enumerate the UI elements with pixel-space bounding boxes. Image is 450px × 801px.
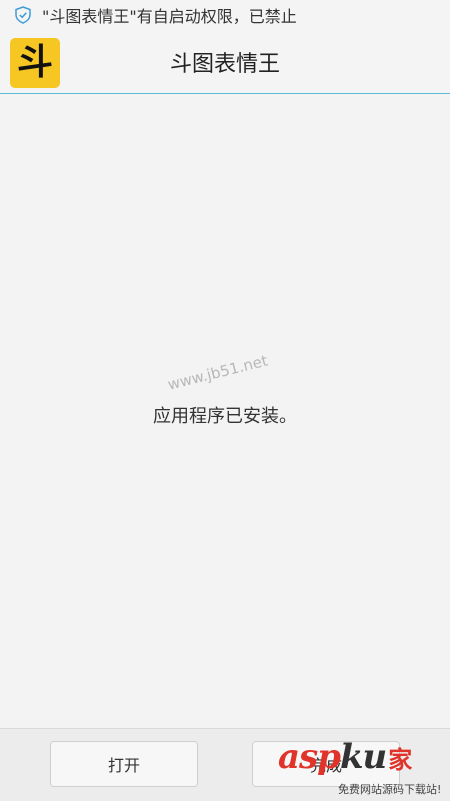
notification-bar[interactable]: "斗图表情王"有自启动权限，已禁止 xyxy=(0,0,450,30)
watermark-logo-asp: asp xyxy=(278,737,341,777)
shield-check-icon xyxy=(13,5,33,25)
watermark-subtitle: 免费网站源码下载站! xyxy=(338,783,442,796)
install-status-message: 应用程序已安装。 xyxy=(153,406,297,427)
watermark-logo-jia: 家 xyxy=(388,746,412,774)
site-watermark-logo: aspku家 xyxy=(278,737,412,777)
notification-text: "斗图表情王"有自启动权限，已禁止 xyxy=(42,7,297,26)
watermark-text: www.jb51.net xyxy=(165,351,270,394)
open-button[interactable]: 打开 xyxy=(50,741,198,787)
app-header: 斗 斗图表情王 xyxy=(0,30,450,94)
install-result-area: www.jb51.net 应用程序已安装。 xyxy=(0,94,450,728)
page-title: 斗图表情王 xyxy=(169,51,280,77)
watermark-logo-ku: ku xyxy=(339,737,387,777)
